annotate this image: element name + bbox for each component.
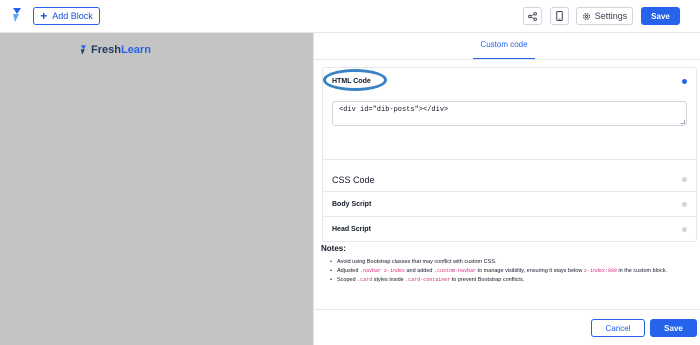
add-block-label: Add Block	[52, 11, 93, 21]
note-item: Scoped .card styles inside .card-contain…	[328, 276, 693, 285]
mobile-preview-button[interactable]	[550, 7, 569, 25]
brand-name: FreshLearn	[91, 44, 151, 56]
status-dot	[682, 202, 687, 207]
share-button[interactable]	[523, 7, 542, 25]
freshlearn-logo-icon	[80, 45, 87, 55]
status-dot-active	[682, 79, 687, 84]
divider	[314, 59, 700, 60]
resize-handle[interactable]	[681, 120, 685, 124]
css-code-title: CSS Code	[332, 175, 375, 185]
share-icon	[528, 11, 537, 21]
gear-icon	[582, 12, 590, 20]
body-script-section[interactable]: Body Script	[323, 192, 696, 217]
plus-icon: +	[40, 9, 48, 23]
save-button[interactable]: Save	[641, 7, 680, 25]
note-item: Avoid using Bootstrap classes that may c…	[328, 258, 693, 267]
settings-button[interactable]: Settings	[576, 7, 633, 25]
settings-label: Settings	[594, 11, 628, 21]
html-code-section: HTML Code <div id="dib-posts"></div>	[323, 68, 696, 160]
status-dot	[682, 227, 687, 232]
tab-custom-code[interactable]: Custom code	[473, 40, 535, 55]
brand-logo: FreshLearn	[79, 44, 151, 56]
body-script-title: Body Script	[332, 201, 372, 208]
head-script-section[interactable]: Head Script	[323, 217, 696, 241]
note-item: Adjusted .navbar z-index and added .cust…	[328, 267, 693, 276]
html-code-title[interactable]: HTML Code	[332, 78, 371, 85]
head-script-title: Head Script	[332, 226, 371, 233]
add-block-button[interactable]: + Add Block	[33, 7, 100, 25]
notes-list: Avoid using Bootstrap classes that may c…	[328, 258, 693, 285]
footer-divider	[314, 309, 700, 310]
freshlearn-logo-icon	[13, 8, 21, 22]
notes-title: Notes:	[321, 244, 346, 253]
top-toolbar: + Add Block Settings Save	[0, 0, 700, 33]
custom-code-panel: Custom code HTML Code <div id="dib-posts…	[313, 33, 700, 345]
css-code-section[interactable]: CSS Code	[323, 168, 696, 192]
page-canvas[interactable]: FreshLearn	[0, 33, 313, 345]
html-code-input[interactable]: <div id="dib-posts"></div>	[332, 101, 687, 126]
status-dot	[682, 177, 687, 182]
mobile-icon	[556, 11, 563, 21]
save-button[interactable]: Save	[650, 319, 697, 337]
cancel-button[interactable]: Cancel	[591, 319, 645, 337]
code-sections: HTML Code <div id="dib-posts"></div> CSS…	[322, 67, 697, 242]
